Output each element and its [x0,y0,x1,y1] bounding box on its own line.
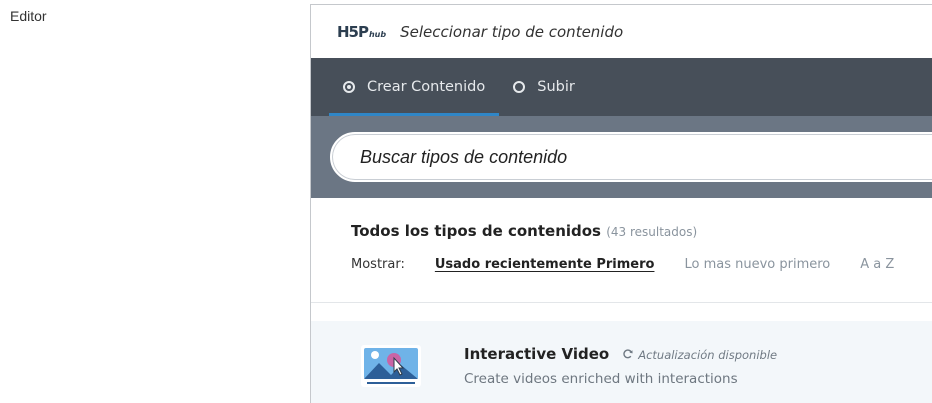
h5p-hub-logo: H5P hub [337,23,386,41]
results-count: (43 resultados) [606,225,698,239]
search-input[interactable] [330,132,932,182]
list-item[interactable]: Interactive Video Actualización disponib… [311,321,932,403]
hub-header: H5P hub Seleccionar tipo de contenido [311,5,932,58]
radio-unchecked-icon [513,81,526,93]
logo-sub: hub [368,29,387,39]
sort-label: Mostrar: [351,257,405,272]
results-header: Todos los tipos de contenidos (43 result… [311,198,932,303]
sort-newest-first[interactable]: Lo mas nuevo primero [684,257,830,272]
item-title-row: Interactive Video Actualización disponib… [464,345,777,363]
h5p-hub-panel: H5P hub Seleccionar tipo de contenido Cr… [310,4,932,403]
tab-upload-label: Subir [537,79,575,95]
update-badge[interactable]: Actualización disponible [623,348,777,362]
item-description: Create videos enriched with interactions [464,371,738,387]
refresh-icon [623,348,633,362]
interactive-video-icon [361,345,421,392]
results-title: Todos los tipos de contenidos [351,222,601,240]
logo-main: H5P [337,22,369,41]
update-text: Actualización disponible [638,348,778,362]
sort-recently-used[interactable]: Usado recientemente Primero [435,257,655,272]
sort-a-to-z[interactable]: A a Z [860,257,894,272]
radio-checked-icon [343,81,355,93]
hub-title: Seleccionar tipo de contenido [400,22,624,41]
search-band [311,116,932,198]
editor-label: Editor [10,8,47,24]
tab-create-content-label: Crear Contenido [367,79,486,95]
content-type-list: Interactive Video Actualización disponib… [311,321,932,403]
item-title: Interactive Video [464,345,610,363]
tab-upload[interactable]: Subir [499,58,589,116]
results-title-row: Todos los tipos de contenidos (43 result… [351,198,932,240]
tab-bar: Crear Contenido Subir [311,58,932,116]
tab-create-content[interactable]: Crear Contenido [329,58,500,116]
sort-row: Mostrar: Usado recientemente Primero Lo … [351,257,932,272]
